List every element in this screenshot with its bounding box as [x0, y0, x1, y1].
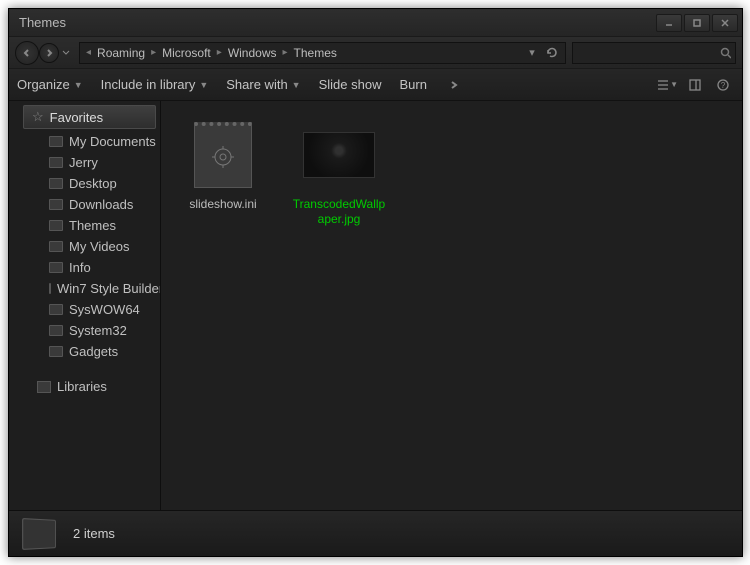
sidebar-item-syswow64[interactable]: SysWOW64	[9, 299, 160, 320]
ini-file-icon	[194, 122, 252, 188]
search-input[interactable]	[577, 46, 720, 60]
window-controls	[656, 14, 738, 32]
folder-icon	[49, 325, 63, 336]
chevron-right-icon: ▸	[149, 47, 158, 58]
back-button[interactable]	[15, 41, 39, 65]
nav-history	[15, 41, 73, 65]
organize-menu[interactable]: Organize▼	[17, 77, 83, 92]
sidebar-item-jerry[interactable]: Jerry	[9, 152, 160, 173]
forward-button[interactable]	[39, 43, 59, 63]
file-item[interactable]: TranscodedWallpaper.jpg	[287, 115, 391, 231]
folder-icon	[49, 262, 63, 273]
sidebar-item-system32[interactable]: System32	[9, 320, 160, 341]
file-thumbnail	[303, 119, 375, 191]
favorites-section[interactable]: ☆ Favorites	[23, 105, 156, 129]
folder-icon	[49, 199, 63, 210]
folder-icon	[49, 157, 63, 168]
refresh-button[interactable]	[543, 44, 561, 62]
titlebar: Themes	[9, 9, 742, 37]
history-dropdown[interactable]	[59, 42, 73, 64]
explorer-body: ☆ Favorites My Documents Jerry Desktop D…	[9, 101, 742, 510]
burn-button[interactable]: Burn	[399, 77, 426, 92]
sidebar-item-themes[interactable]: Themes	[9, 215, 160, 236]
breadcrumb-item[interactable]: Microsoft	[158, 46, 215, 60]
navigation-pane: ☆ Favorites My Documents Jerry Desktop D…	[9, 101, 161, 510]
breadcrumb-item[interactable]: Windows	[224, 46, 281, 60]
search-icon	[720, 47, 731, 59]
navigation-bar: ◂ Roaming ▸ Microsoft ▸ Windows ▸ Themes…	[9, 37, 742, 69]
folder-icon	[22, 518, 56, 550]
help-button[interactable]: ?	[712, 74, 734, 96]
sidebar-item-my-documents[interactable]: My Documents	[9, 131, 160, 152]
slideshow-button[interactable]: Slide show	[319, 77, 382, 92]
address-dropdown[interactable]: ▾	[523, 44, 541, 62]
sidebar-item-downloads[interactable]: Downloads	[9, 194, 160, 215]
chevron-down-icon: ▼	[292, 80, 301, 90]
address-bar[interactable]: ◂ Roaming ▸ Microsoft ▸ Windows ▸ Themes…	[79, 42, 566, 64]
items-view[interactable]: slideshow.ini TranscodedWallpaper.jpg	[161, 101, 742, 510]
share-with-menu[interactable]: Share with▼	[226, 77, 300, 92]
maximize-button[interactable]	[684, 14, 710, 32]
close-button[interactable]	[712, 14, 738, 32]
folder-icon	[49, 283, 51, 294]
chevron-right-icon: ▸	[281, 47, 290, 58]
chevron-right-icon: ▸	[215, 47, 224, 58]
explorer-window: Themes ◂ Roaming ▸ Microsoft ▸ Windows ▸…	[8, 8, 743, 557]
folder-icon	[49, 220, 63, 231]
chevron-down-icon: ▼	[670, 80, 678, 89]
chevron-down-icon: ▼	[74, 80, 83, 90]
file-thumbnail	[187, 119, 259, 191]
sidebar-item-win7-style-builder[interactable]: Win7 Style Builder	[9, 278, 160, 299]
breadcrumb-item[interactable]: Roaming	[93, 46, 149, 60]
include-library-menu[interactable]: Include in library▼	[101, 77, 209, 92]
star-icon: ☆	[32, 109, 44, 125]
more-commands[interactable]	[445, 80, 463, 90]
breadcrumb-item[interactable]: Themes	[290, 46, 341, 60]
folder-icon	[49, 178, 63, 189]
sidebar-item-gadgets[interactable]: Gadgets	[9, 341, 160, 362]
minimize-button[interactable]	[656, 14, 682, 32]
folder-icon	[49, 136, 63, 147]
image-thumbnail	[303, 132, 375, 178]
chevron-right-icon: ◂	[84, 47, 93, 58]
item-count: 2 items	[73, 526, 115, 541]
file-label: slideshow.ini	[189, 197, 256, 212]
folder-icon	[49, 346, 63, 357]
command-bar: Organize▼ Include in library▼ Share with…	[9, 69, 742, 101]
sidebar-item-my-videos[interactable]: My Videos	[9, 236, 160, 257]
chevron-down-icon: ▼	[199, 80, 208, 90]
view-options-button[interactable]: ▼	[656, 74, 678, 96]
window-title: Themes	[19, 15, 656, 30]
search-box[interactable]	[572, 42, 736, 64]
file-item[interactable]: slideshow.ini	[171, 115, 275, 216]
sidebar-item-info[interactable]: Info	[9, 257, 160, 278]
sidebar-item-desktop[interactable]: Desktop	[9, 173, 160, 194]
libraries-section[interactable]: Libraries	[9, 376, 160, 397]
details-pane: 2 items	[9, 510, 742, 556]
folder-icon	[49, 241, 63, 252]
file-label: TranscodedWallpaper.jpg	[291, 197, 387, 227]
svg-text:?: ?	[721, 81, 726, 90]
library-icon	[37, 381, 51, 393]
preview-pane-button[interactable]	[684, 74, 706, 96]
folder-icon	[49, 304, 63, 315]
